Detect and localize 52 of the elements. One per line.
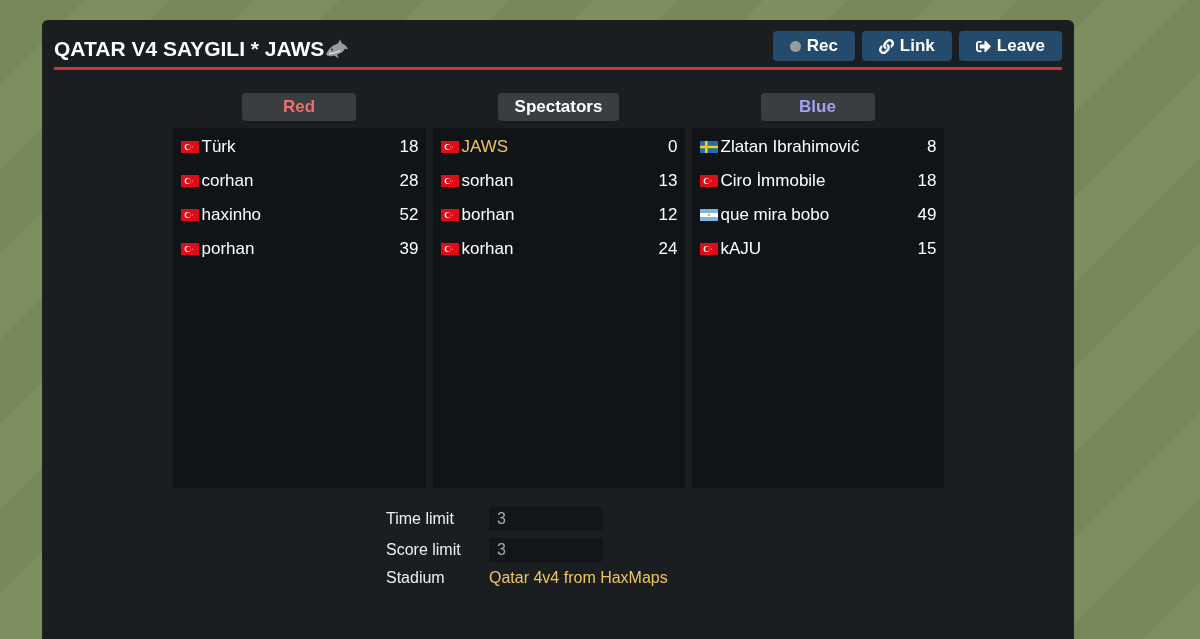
player-name: Zlatan Ibrahimović: [720, 137, 861, 157]
player-name: Türk: [201, 137, 237, 157]
player-number: 18: [917, 171, 937, 191]
player-name: que mira bobo: [720, 205, 831, 225]
player-name: korhan: [461, 239, 515, 259]
turkish-flag-icon: [699, 175, 718, 187]
player-name: kAJU: [720, 239, 763, 259]
room-title: QATAR V4 SAYGILI * JAWS: [54, 37, 325, 61]
player-name: haxinho: [201, 205, 263, 225]
shark-icon: [325, 39, 350, 59]
team-header-button[interactable]: Red: [242, 93, 356, 121]
player-number: 0: [668, 137, 678, 157]
player-number: 15: [917, 239, 937, 259]
player-name: porhan: [201, 239, 256, 259]
team-header-button[interactable]: Spectators: [497, 93, 620, 121]
turkish-flag-icon: [699, 243, 718, 255]
turkish-flag-icon: [180, 175, 199, 187]
turkish-flag-icon: [180, 209, 199, 221]
exit-icon: [975, 38, 991, 54]
player-name: JAWS: [461, 137, 510, 157]
leave-button[interactable]: Leave: [958, 31, 1062, 61]
turkish-flag-icon: [180, 141, 199, 153]
link-button[interactable]: Link: [861, 31, 952, 61]
swedish-flag-icon: [699, 141, 718, 153]
setting-input[interactable]: 3: [489, 538, 603, 562]
player-number: 24: [658, 239, 678, 259]
setting-input[interactable]: 3: [489, 507, 603, 531]
turkish-flag-icon: [440, 243, 459, 255]
player-number: 18: [399, 137, 419, 157]
player-number: 8: [927, 137, 937, 157]
player-number: 28: [399, 171, 419, 191]
argentine-flag-icon: [699, 209, 718, 221]
player-number: 12: [658, 205, 678, 225]
turkish-flag-icon: [180, 243, 199, 255]
record-button[interactable]: Rec: [772, 31, 855, 61]
player-name: sorhan: [461, 171, 515, 191]
stadium-link[interactable]: Qatar 4v4 from HaxMaps: [489, 569, 668, 587]
setting-label: Time limit: [386, 510, 455, 528]
turkish-flag-icon: [440, 141, 459, 153]
team-header-button[interactable]: Blue: [760, 93, 875, 121]
player-number: 49: [917, 205, 937, 225]
player-number: 13: [658, 171, 678, 191]
setting-label: Stadium: [386, 569, 446, 587]
player-name: Ciro İmmobile: [720, 171, 827, 191]
player-number: 52: [399, 205, 419, 225]
link-icon: [878, 38, 894, 54]
turkish-flag-icon: [440, 209, 459, 221]
player-name: borhan: [461, 205, 516, 225]
turkish-flag-icon: [440, 175, 459, 187]
setting-label: Score limit: [386, 541, 462, 559]
player-name: corhan: [201, 171, 255, 191]
player-number: 39: [399, 239, 419, 259]
